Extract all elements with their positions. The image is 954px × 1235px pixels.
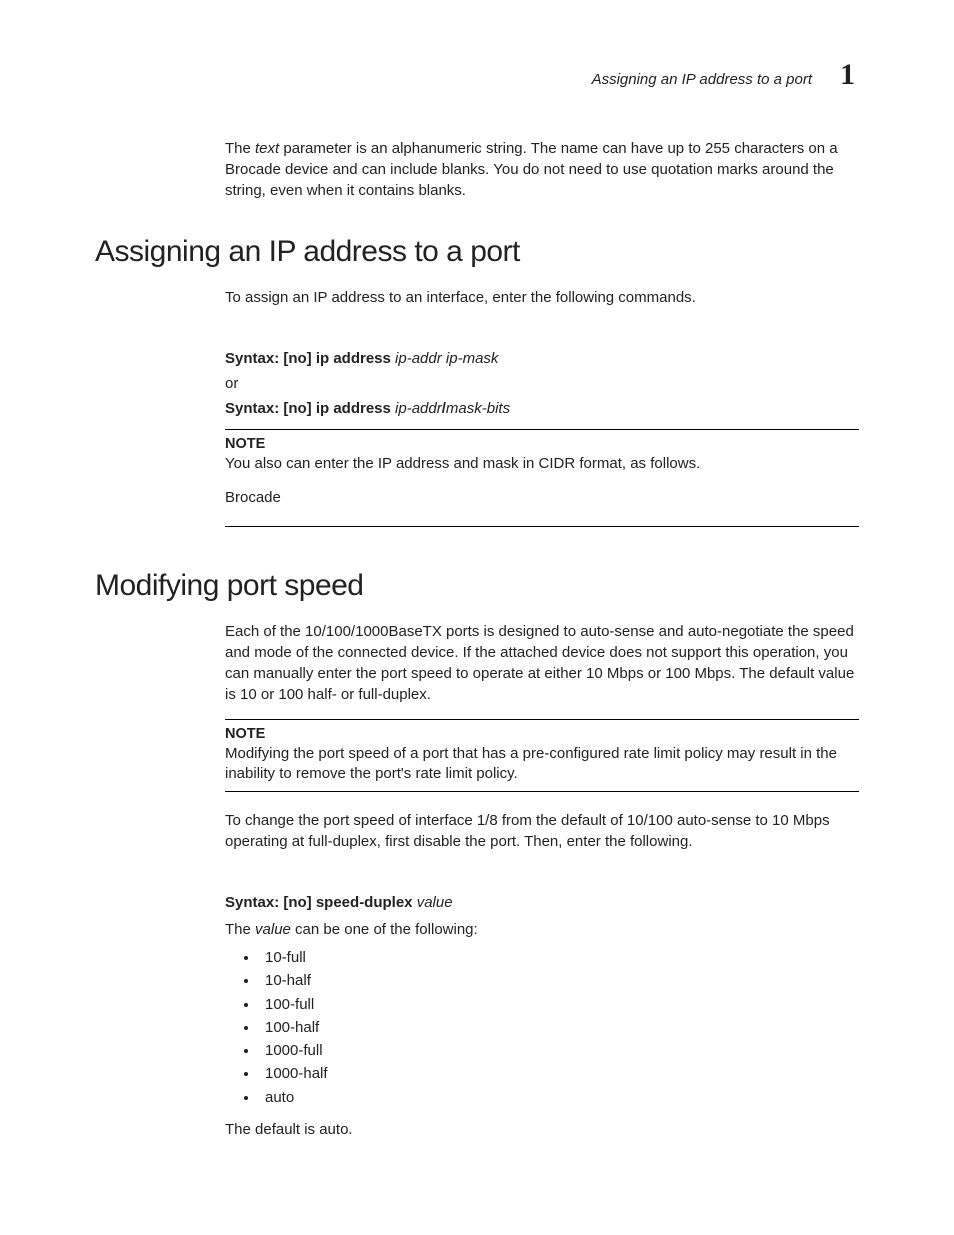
note-text: Modifying the port speed of a port that … [225,744,859,785]
intro-paragraph: The text parameter is an alphanumeric st… [225,138,859,201]
syntax-variable: value [417,894,453,911]
values-intro: The value can be one of the following: [225,919,859,940]
list-item: auto [259,1086,859,1109]
section-title-modifying-port-speed: Modifying port speed [95,569,859,603]
syntax-variable: ip-addr ip-mask [395,350,498,367]
list-item: 100-half [259,1016,859,1039]
syntax-label: Syntax: [225,350,279,367]
section2-lead: Each of the 10/100/1000BaseTX ports is d… [225,621,859,705]
note-text: You also can enter the IP address and ma… [225,454,859,475]
default-line: The default is auto. [225,1119,859,1140]
spacer [225,322,859,350]
list-item: 10-full [259,946,859,969]
syntax-variable: mask-bits [446,400,510,417]
after-note-text: Brocade [225,487,859,508]
values-intro-italic: value [255,921,291,938]
note-bottom-rule [225,526,859,527]
syntax-line-3: Syntax: [no] speed-duplex value [225,894,859,911]
intro-paragraph-block: The text parameter is an alphanumeric st… [225,138,859,201]
syntax-label: Syntax: [225,400,279,417]
values-intro-post: can be one of the following: [291,921,478,938]
section2-para2: To change the port speed of interface 1/… [225,810,859,852]
intro-post: parameter is an alphanumeric string. The… [225,140,838,199]
spacer [225,866,859,894]
values-intro-pre: The [225,921,255,938]
value-list: 10-full 10-half 100-full 100-half 1000-f… [225,946,859,1109]
intro-pre: The [225,140,255,157]
section1-body: To assign an IP address to an interface,… [225,287,859,527]
section-title-assigning-ip: Assigning an IP address to a port [95,235,859,269]
spacer [225,475,859,487]
section1-lead: To assign an IP address to an interface,… [225,287,859,308]
note-block-1: NOTE You also can enter the IP address a… [225,429,859,526]
section2-body: Each of the 10/100/1000BaseTX ports is d… [225,621,859,1140]
list-item: 1000-half [259,1062,859,1085]
syntax-variable: ip-addr [395,400,442,417]
note-label: NOTE [225,436,859,452]
or-separator: or [225,375,859,392]
running-title: Assigning an IP address to a port [592,71,812,88]
syntax-line-1: Syntax: [no] ip address ip-addr ip-mask [225,350,859,367]
document-page: Assigning an IP address to a port 1 The … [0,0,954,1235]
syntax-line-2: Syntax: [no] ip address ip-addr/mask-bit… [225,400,859,417]
syntax-command: [no] ip address [279,400,395,417]
list-item: 10-half [259,969,859,992]
intro-italic: text [255,140,279,157]
syntax-command: [no] speed-duplex [279,894,417,911]
list-item: 100-full [259,993,859,1016]
running-header: Assigning an IP address to a port 1 [95,60,859,90]
list-item: 1000-full [259,1039,859,1062]
note-label: NOTE [225,726,859,742]
syntax-command: [no] ip address [279,350,395,367]
note-block-2: NOTE Modifying the port speed of a port … [225,719,859,792]
chapter-number: 1 [840,60,855,90]
syntax-label: Syntax: [225,894,279,911]
